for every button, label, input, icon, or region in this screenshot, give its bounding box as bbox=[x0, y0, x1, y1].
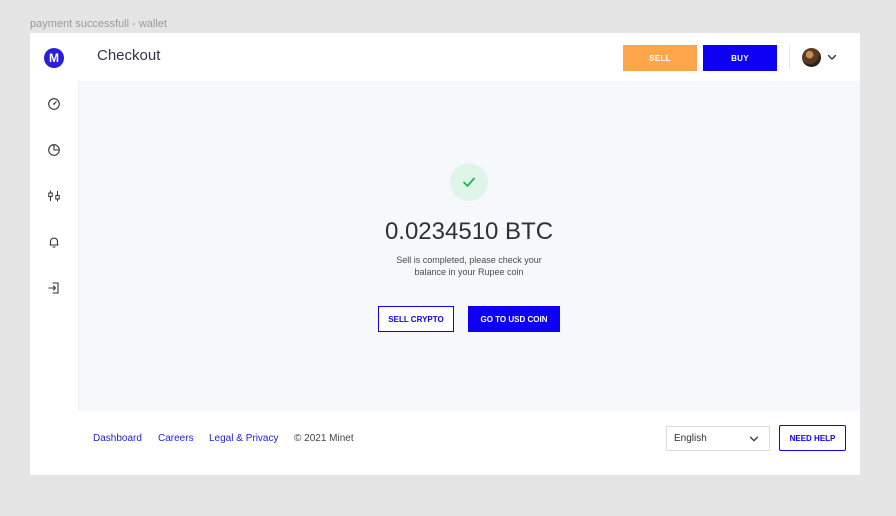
transaction-amount: 0.0234510 BTC bbox=[384, 218, 554, 245]
minet-logo[interactable]: M bbox=[44, 48, 64, 68]
frame-label: payment successfull - wallet bbox=[30, 18, 167, 30]
chevron-down-icon[interactable] bbox=[825, 50, 839, 64]
portfolio-icon[interactable] bbox=[47, 143, 61, 157]
dashboard-icon[interactable] bbox=[47, 97, 61, 111]
app-window: M Checkout SELL BUY 0.0234510 BTC Sell i… bbox=[30, 33, 860, 475]
main-content: 0.0234510 BTC Sell is completed, please … bbox=[79, 81, 860, 411]
success-badge bbox=[450, 163, 488, 201]
header-divider bbox=[789, 46, 790, 70]
checkmark-icon bbox=[463, 177, 475, 187]
footer-link-dashboard[interactable]: Dashboard bbox=[93, 433, 142, 444]
language-select[interactable]: English bbox=[666, 426, 770, 451]
copyright: © 2021 Minet bbox=[294, 433, 354, 444]
success-message: Sell is completed, please check your bal… bbox=[369, 254, 569, 278]
trade-icon[interactable] bbox=[47, 189, 61, 203]
footer-link-legal-privacy[interactable]: Legal & Privacy bbox=[209, 433, 278, 444]
avatar[interactable] bbox=[802, 48, 821, 67]
header: M Checkout SELL BUY bbox=[30, 33, 860, 81]
go-to-usd-coin-button[interactable]: GO TO USD COIN bbox=[468, 306, 560, 332]
success-message-line-1: Sell is completed, please check your bbox=[396, 255, 542, 265]
page-title: Checkout bbox=[97, 47, 161, 64]
footer: Dashboard Careers Legal & Privacy © 2021… bbox=[30, 411, 860, 475]
success-message-line-2: balance in your Rupee coin bbox=[414, 267, 524, 277]
sell-crypto-button[interactable]: SELL CRYPTO bbox=[378, 306, 454, 332]
logout-icon[interactable] bbox=[47, 281, 61, 295]
language-select-value: English bbox=[674, 433, 707, 444]
sidebar bbox=[30, 81, 79, 411]
need-help-button[interactable]: NEED HELP bbox=[779, 425, 846, 451]
sell-button[interactable]: SELL bbox=[623, 45, 697, 71]
footer-link-careers[interactable]: Careers bbox=[158, 433, 194, 444]
chevron-down-icon bbox=[749, 436, 759, 442]
notification-icon[interactable] bbox=[47, 235, 61, 249]
buy-button[interactable]: BUY bbox=[703, 45, 777, 71]
